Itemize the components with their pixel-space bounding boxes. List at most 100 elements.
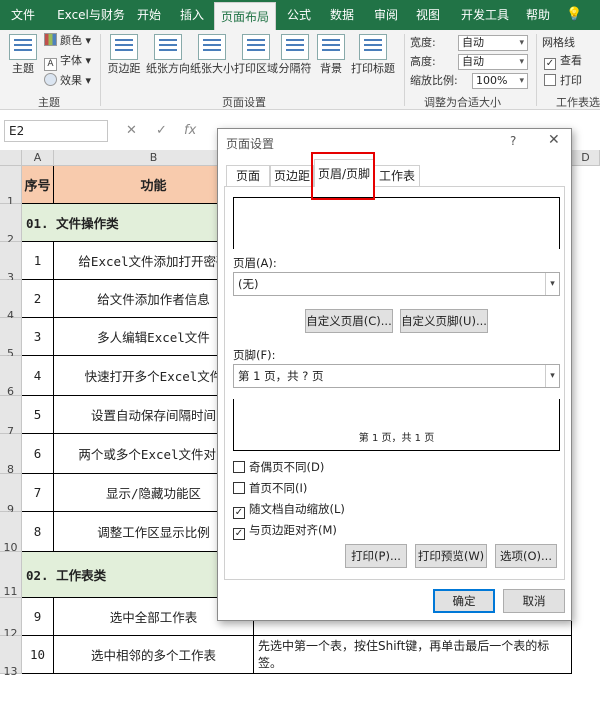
column-header-a[interactable]: A (22, 150, 54, 166)
colors-button[interactable]: 颜色 ▾ (44, 32, 91, 50)
scale-input[interactable]: 100% (472, 73, 528, 89)
scale-with-doc-checkbox[interactable]: ✓ 随文档自动缩放(L) (233, 501, 345, 519)
row-header[interactable]: 6 (0, 356, 22, 398)
print-area-button[interactable]: 打印区域 (234, 34, 278, 76)
breaks-label: 分隔符 (278, 62, 312, 75)
cancel-button[interactable]: 取消 (503, 589, 565, 613)
footer-select[interactable]: 第 1 页，共 ? 页 ▾ (233, 364, 560, 388)
row-header[interactable]: 11 (0, 552, 22, 598)
tab-data[interactable]: 数据 (324, 0, 360, 30)
width-dropdown[interactable]: 自动 (458, 35, 528, 51)
print-titles-icon (359, 34, 387, 60)
print-area-label: 打印区域 (234, 62, 278, 75)
size-button[interactable]: 纸张大小 (190, 34, 234, 76)
size-icon (198, 34, 226, 60)
row-header[interactable]: 3 (0, 242, 22, 284)
ribbon-tab-bar: 文件 Excel与财务 开始 插入 页面布局 公式 数据 审阅 视图 开发工具 … (0, 0, 600, 30)
colors-label: 颜色 (60, 34, 82, 47)
row-header[interactable]: 2 (0, 204, 22, 246)
num-cell[interactable]: 1 (22, 242, 54, 280)
help-icon[interactable]: ? (510, 134, 516, 148)
print-preview-button[interactable]: 打印预览(W) (415, 544, 487, 568)
margins-button[interactable]: 页边距 (104, 34, 144, 76)
odd-even-checkbox[interactable]: 奇偶页不同(D) (233, 459, 324, 475)
orientation-icon (154, 34, 182, 60)
custom-header-button[interactable]: 自定义页眉(C)... (305, 309, 393, 333)
lightbulb-icon[interactable]: 💡 (566, 7, 582, 23)
footer-preview: 第 1 页，共 1 页 (233, 399, 560, 451)
view-label: 查看 (560, 54, 582, 67)
header-footer-pane: 页眉(A): (无) ▾ 自定义页眉(C)... 自定义页脚(U)... 页脚(F… (224, 186, 565, 580)
tab-help[interactable]: 帮助 (520, 0, 556, 30)
row-header[interactable]: 4 (0, 280, 22, 322)
dialog-tab-sheet[interactable]: 工作表 (374, 165, 420, 187)
tab-page-layout[interactable]: 页面布局 (214, 2, 276, 30)
dialog-tab-margins[interactable]: 页边距 (270, 165, 314, 187)
tab-excel-finance[interactable]: Excel与财务 (52, 0, 130, 30)
num-cell[interactable]: 5 (22, 396, 54, 434)
enter-icon[interactable]: ✓ (156, 120, 167, 142)
dialog-tab-page[interactable]: 页面 (226, 165, 270, 187)
row-header[interactable]: 7 (0, 396, 22, 438)
select-all-corner[interactable] (0, 150, 22, 166)
row-header[interactable]: 10 (0, 512, 22, 554)
background-button[interactable]: 背景 (314, 34, 348, 76)
orientation-button[interactable]: 纸张方向 (146, 34, 190, 76)
num-cell[interactable]: 2 (22, 280, 54, 318)
print-button[interactable]: 打印(P)... (345, 544, 407, 568)
header-cell-num[interactable]: 序号 (22, 166, 54, 204)
row-header[interactable]: 9 (0, 474, 22, 516)
height-dropdown[interactable]: 自动 (458, 54, 528, 70)
footer-label: 页脚(F): (233, 348, 276, 362)
row-header[interactable]: 12 (0, 598, 22, 640)
num-cell[interactable]: 7 (22, 474, 54, 512)
tab-review[interactable]: 审阅 (368, 0, 404, 30)
print-titles-button[interactable]: 打印标题 (350, 34, 396, 76)
options-button[interactable]: 选项(O)... (495, 544, 557, 568)
row-header[interactable]: 5 (0, 318, 22, 360)
num-cell[interactable]: 8 (22, 512, 54, 552)
dialog-tab-header-footer[interactable]: 页眉/页脚 (314, 159, 374, 187)
row-header[interactable]: 1 (0, 166, 22, 208)
first-page-checkbox[interactable]: 首页不同(I) (233, 480, 307, 496)
fonts-button[interactable]: A 字体 ▾ (44, 52, 91, 71)
breaks-button[interactable]: 分隔符 (278, 34, 312, 76)
print-label: 打印 (560, 74, 582, 87)
align-margins-checkbox[interactable]: ✓ 与页边距对齐(M) (233, 522, 337, 540)
effects-button[interactable]: 效果 ▾ (44, 72, 91, 90)
name-box[interactable]: E2 (4, 120, 108, 142)
separator (404, 34, 405, 106)
func-cell[interactable]: 选中相邻的多个工作表 (54, 636, 254, 674)
desc-cell[interactable]: 先选中第一个表，按住Shift键，再单击最后一个表的标签。 (254, 636, 572, 674)
num-cell[interactable]: 3 (22, 318, 54, 356)
margins-icon (110, 34, 138, 60)
row-header[interactable]: 13 (0, 636, 22, 678)
themes-button[interactable]: 主题 (6, 34, 40, 76)
scale-group-label: 调整为合适大小 (424, 96, 501, 109)
header-select[interactable]: (无) ▾ (233, 272, 560, 296)
ok-button[interactable]: 确定 (433, 589, 495, 613)
tab-insert[interactable]: 插入 (172, 0, 212, 30)
column-header-d[interactable]: D (572, 150, 600, 166)
num-cell[interactable]: 9 (22, 598, 54, 636)
custom-footer-button[interactable]: 自定义页脚(U)... (400, 309, 488, 333)
background-icon (317, 34, 345, 60)
tab-developer[interactable]: 开发工具 (454, 0, 516, 30)
page-setup-group-label: 页面设置 (222, 96, 266, 109)
gridlines-print-checkbox[interactable]: 打印 (544, 72, 582, 90)
tab-formulas[interactable]: 公式 (282, 0, 316, 30)
header-preview (233, 197, 560, 249)
row-header[interactable]: 8 (0, 434, 22, 476)
tab-file[interactable]: 文件 (4, 0, 42, 30)
num-cell[interactable]: 10 (22, 636, 54, 674)
tab-home[interactable]: 开始 (132, 0, 166, 30)
scale-label: 缩放比例: (410, 74, 458, 87)
tab-view[interactable]: 视图 (410, 0, 446, 30)
fx-icon[interactable]: fx (184, 120, 196, 142)
size-label: 纸张大小 (190, 62, 234, 75)
num-cell[interactable]: 4 (22, 356, 54, 396)
num-cell[interactable]: 6 (22, 434, 54, 474)
cancel-icon[interactable]: ✕ (126, 120, 137, 142)
close-icon[interactable]: ✕ (548, 132, 560, 148)
gridlines-view-checkbox[interactable]: ✓ 查看 (544, 52, 582, 70)
